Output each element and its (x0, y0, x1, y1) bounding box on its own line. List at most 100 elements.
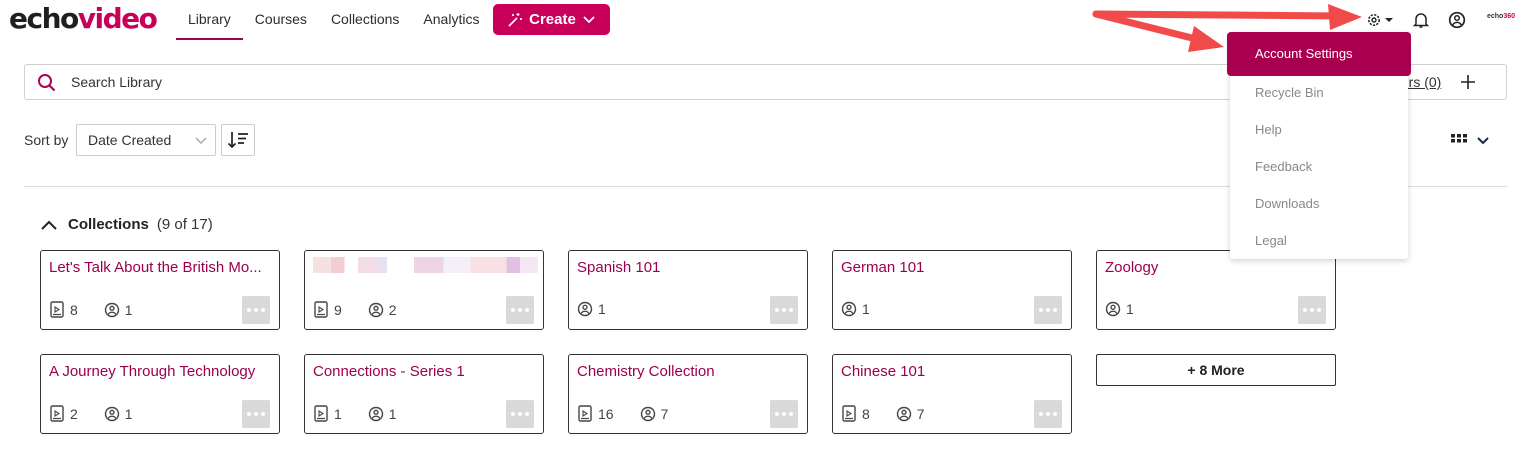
media-icon (578, 405, 592, 422)
user-icon (104, 406, 119, 422)
grid-view-icon (1451, 134, 1467, 143)
main-nav: Library Courses Collections Analytics (176, 0, 491, 40)
nav-analytics[interactable]: Analytics (411, 0, 491, 40)
create-button[interactable]: Create (493, 4, 610, 35)
collection-title[interactable]: Spanish 101 (577, 259, 802, 276)
echovideo-logo[interactable]: echovideo (9, 1, 158, 37)
notifications-button[interactable] (1413, 8, 1429, 32)
sort-select[interactable]: Date Created (76, 124, 216, 156)
collection-title[interactable]: A Journey Through Technology (49, 363, 274, 380)
collection-meta: 2 1 (49, 405, 159, 423)
search-icon (38, 74, 56, 92)
more-options-button[interactable] (1298, 296, 1326, 324)
search-input[interactable] (69, 71, 869, 93)
collection-card[interactable]: Zoology 1 (1096, 250, 1336, 330)
nav-courses[interactable]: Courses (243, 0, 319, 40)
echo360-logo: echo360 (1487, 13, 1515, 20)
more-options-button[interactable] (506, 296, 534, 324)
collection-card[interactable]: Chinese 101 8 7 (832, 354, 1072, 434)
user-icon (577, 301, 593, 317)
nav-library[interactable]: Library (176, 0, 243, 40)
collection-meta: 16 7 (577, 405, 694, 423)
more-options-button[interactable] (770, 400, 798, 428)
create-label: Create (529, 11, 576, 28)
collection-meta: 9 2 (313, 301, 423, 319)
logo-echo: echo (9, 2, 79, 35)
more-options-button[interactable] (242, 400, 270, 428)
collection-meta: 8 7 (841, 405, 951, 423)
collection-title[interactable]: Let's Talk About the British Mo... (49, 259, 274, 276)
user-icon (1105, 301, 1121, 317)
user-account-button[interactable] (1448, 8, 1466, 32)
collection-card[interactable]: German 101 1 (832, 250, 1072, 330)
menu-help[interactable]: Help (1255, 122, 1282, 137)
show-more-button[interactable]: + 8 More (1096, 354, 1336, 386)
collection-card[interactable]: Spanish 101 1 (568, 250, 808, 330)
chevron-down-icon (583, 15, 595, 23)
brand-360: 360 (1503, 13, 1516, 20)
more-options-button[interactable] (1034, 296, 1062, 324)
user-count: 1 (598, 301, 606, 317)
media-icon (314, 405, 328, 422)
media-icon (50, 301, 64, 318)
sort-descending-icon (227, 132, 248, 149)
caret-down-icon (1385, 18, 1393, 22)
media-icon (842, 405, 856, 422)
collection-meta: 1 (577, 301, 632, 317)
collection-card[interactable]: A Journey Through Technology 2 1 (40, 354, 280, 434)
collection-card[interactable]: Let's Talk About the British Mo... 8 1 (40, 250, 280, 330)
menu-account-settings[interactable]: Account Settings (1227, 32, 1411, 76)
user-icon (368, 406, 383, 422)
user-icon (1448, 11, 1466, 29)
collection-card[interactable]: Connections - Series 1 1 1 (304, 354, 544, 434)
menu-recycle-bin[interactable]: Recycle Bin (1255, 85, 1324, 100)
blurred-title[interactable] (313, 257, 538, 273)
media-icon (50, 405, 64, 422)
gear-icon (1368, 14, 1380, 26)
sort-direction-button[interactable] (221, 124, 255, 156)
user-icon (104, 302, 119, 318)
arrow-to-gear (1092, 4, 1362, 30)
media-icon (314, 301, 328, 318)
more-options-button[interactable] (242, 296, 270, 324)
collection-meta: 1 (1105, 301, 1160, 317)
settings-dropdown: Account Settings Recycle Bin Help Feedba… (1227, 32, 1411, 259)
more-options-button[interactable] (506, 400, 534, 428)
view-toggle[interactable] (1451, 134, 1489, 146)
user-count: 1 (124, 302, 133, 318)
magic-wand-icon (508, 12, 523, 27)
bell-icon (1413, 13, 1429, 28)
collection-card[interactable]: 9 2 (304, 250, 544, 330)
user-count: 1 (862, 301, 870, 317)
collection-card[interactable]: Chemistry Collection 16 7 (568, 354, 808, 434)
user-icon (368, 302, 383, 318)
menu-downloads[interactable]: Downloads (1255, 196, 1319, 211)
collection-title[interactable]: Chemistry Collection (577, 363, 802, 380)
collection-title[interactable]: Connections - Series 1 (313, 363, 538, 380)
user-count: 1 (124, 406, 133, 422)
brand-echo: echo (1487, 13, 1504, 20)
collection-title[interactable]: Zoology (1105, 259, 1330, 276)
media-count: 8 (862, 406, 870, 422)
collection-title[interactable]: German 101 (841, 259, 1066, 276)
settings-menu-toggle[interactable] (1366, 8, 1394, 32)
sort-selected-value: Date Created (88, 132, 172, 148)
collections-title: Collections (68, 216, 149, 233)
collection-meta: 1 (841, 301, 896, 317)
media-count: 16 (598, 406, 614, 422)
menu-legal[interactable]: Legal (1255, 233, 1287, 248)
user-count: 1 (388, 406, 397, 422)
nav-collections[interactable]: Collections (319, 0, 411, 40)
collection-title[interactable]: Chinese 101 (841, 363, 1066, 380)
collections-header[interactable]: Collections (9 of 17) (40, 216, 213, 233)
plus-icon[interactable] (1459, 73, 1477, 91)
logo-video: video (77, 2, 158, 35)
menu-feedback[interactable]: Feedback (1255, 159, 1312, 174)
more-options-button[interactable] (1034, 400, 1062, 428)
more-options-button[interactable] (770, 296, 798, 324)
user-icon (640, 406, 655, 422)
chevron-down-icon (195, 137, 207, 145)
media-count: 1 (334, 406, 342, 422)
collection-meta: 1 1 (313, 405, 423, 423)
chevron-down-icon (1477, 137, 1489, 145)
